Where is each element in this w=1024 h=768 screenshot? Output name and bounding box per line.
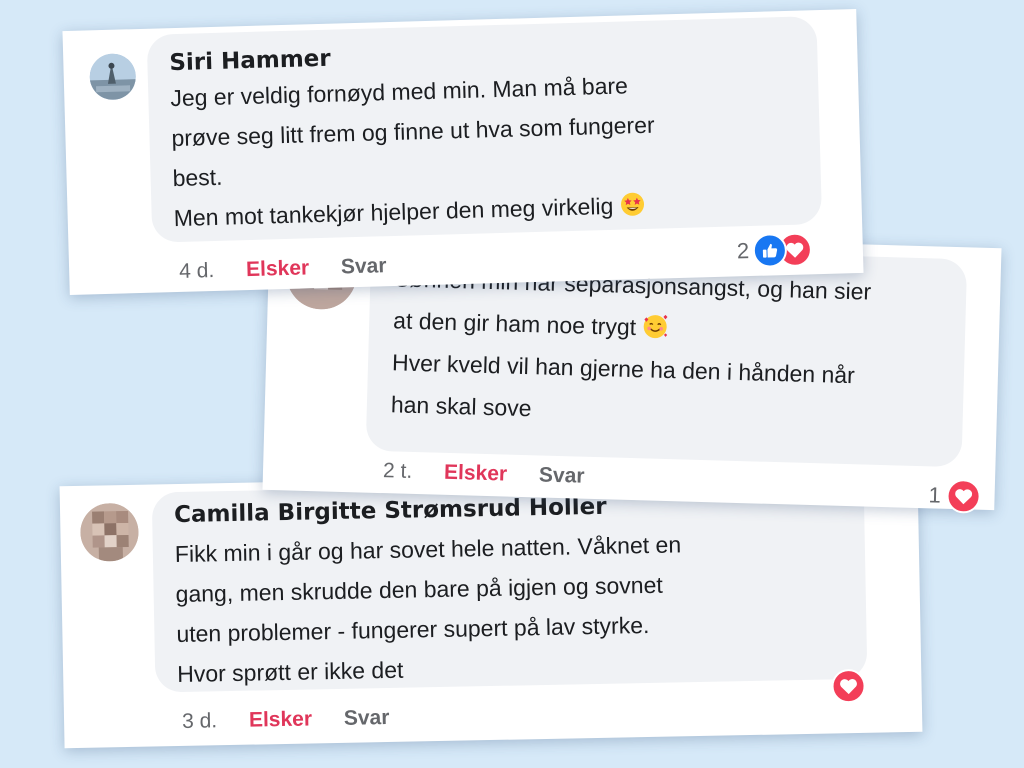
comment-actions: 4 d. Elsker Svar (179, 253, 413, 284)
comment-bubble: Camilla Birgitte Strømsrud Holler Fikk m… (151, 478, 868, 694)
comment-text: Jeg er veldig fornøyd med min. Man må ba… (170, 61, 800, 238)
reply-button[interactable]: Svar (539, 463, 585, 488)
avatar[interactable] (79, 502, 140, 562)
reaction-summary[interactable] (946, 478, 982, 514)
timestamp[interactable]: 3 d. (182, 709, 217, 734)
reply-button[interactable]: Svar (341, 254, 387, 279)
timestamp[interactable]: 2 t. (383, 459, 413, 484)
comment-actions: 2 t. Elsker Svar (383, 459, 611, 489)
comment-line-text: at den gir ham noe trygt (392, 307, 637, 341)
love-icon (946, 478, 982, 514)
smiling-face-with-hearts-emoji (643, 314, 668, 339)
comment-actions: 3 d. Elsker Svar (182, 705, 416, 733)
timestamp[interactable]: 4 d. (179, 259, 215, 284)
avatar[interactable] (89, 53, 137, 101)
reaction-count[interactable]: 2 (737, 238, 750, 264)
comment-line-text: Men mot tankekjør hjelper den meg virkel… (173, 192, 614, 232)
like-icon (752, 233, 788, 268)
reaction-summary[interactable] (752, 232, 813, 268)
comment-bubble: Siri Hammer Jeg er veldig fornøyd med mi… (146, 16, 823, 243)
reply-button[interactable]: Svar (344, 706, 390, 731)
reaction-count[interactable]: 1 (928, 482, 941, 508)
comment-card-1: Siri Hammer Jeg er veldig fornøyd med mi… (62, 8, 864, 296)
react-button[interactable]: Elsker (246, 256, 310, 282)
love-icon (831, 668, 866, 704)
star-struck-emoji (620, 192, 644, 216)
comment-text: Fikk min i går og har sovet hele natten.… (175, 521, 846, 694)
comment-text: Sønnen min har separasjonsangst, og han … (390, 257, 942, 440)
react-button[interactable]: Elsker (444, 461, 508, 487)
react-button[interactable]: Elsker (249, 707, 313, 732)
reaction-summary[interactable] (831, 668, 866, 704)
comment-card-3: Camilla Birgitte Strømsrud Holler Fikk m… (59, 469, 923, 749)
